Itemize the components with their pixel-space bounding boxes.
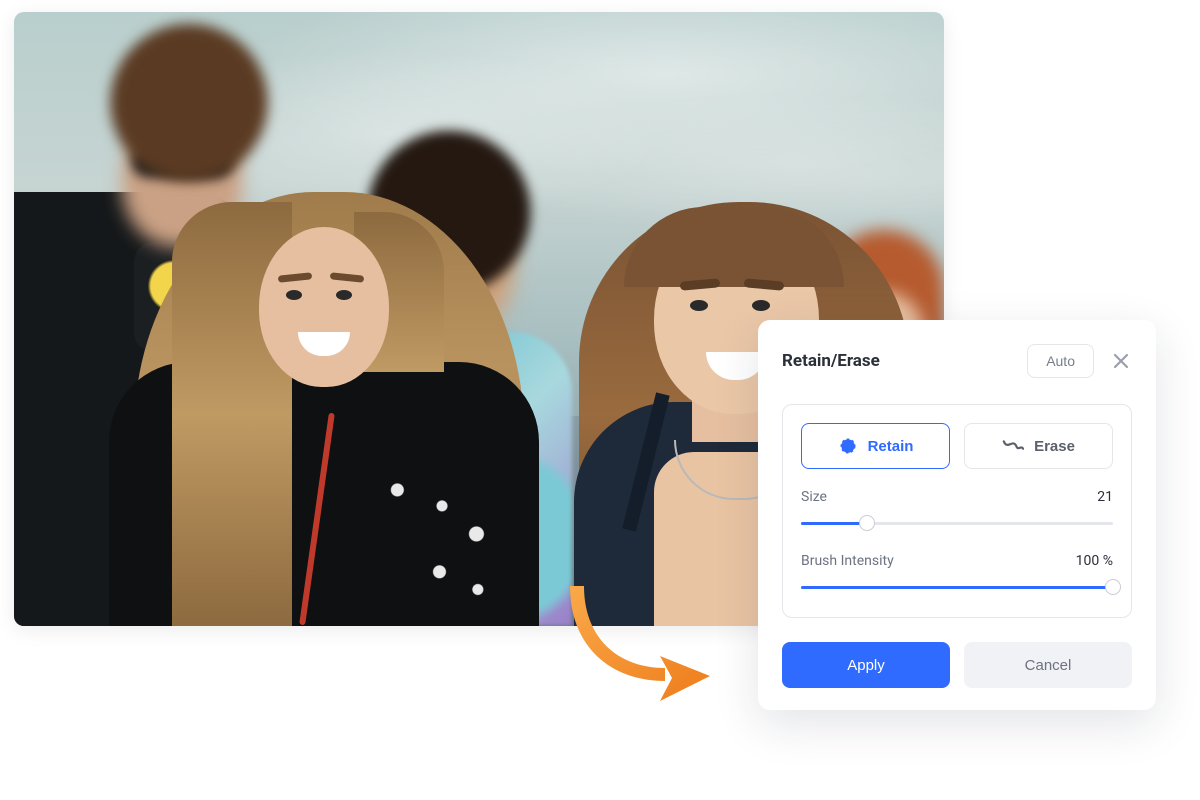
retain-label: Retain xyxy=(868,438,914,455)
tool-settings: Retain Erase Size 21 Brush Intensity 100… xyxy=(782,404,1132,618)
size-value: 21 xyxy=(1097,489,1113,505)
panel-title: Retain/Erase xyxy=(782,351,1027,371)
erase-label: Erase xyxy=(1034,438,1075,455)
retain-mode-button[interactable]: Retain xyxy=(801,423,950,469)
brush-intensity-value: 100 % xyxy=(1076,553,1113,569)
erase-icon xyxy=(1002,437,1024,455)
close-icon xyxy=(1113,353,1129,369)
brush-intensity-slider[interactable] xyxy=(801,579,1113,595)
auto-button[interactable]: Auto xyxy=(1027,344,1094,378)
brush-intensity-label: Brush Intensity xyxy=(801,553,894,569)
apply-button[interactable]: Apply xyxy=(782,642,950,688)
erase-mode-button[interactable]: Erase xyxy=(964,423,1113,469)
size-slider[interactable] xyxy=(801,515,1113,531)
retain-icon xyxy=(838,436,858,456)
cancel-button[interactable]: Cancel xyxy=(964,642,1132,688)
close-button[interactable] xyxy=(1110,350,1132,372)
size-label: Size xyxy=(801,489,827,505)
retain-erase-panel: Retain/Erase Auto Retain Erase xyxy=(758,320,1156,710)
